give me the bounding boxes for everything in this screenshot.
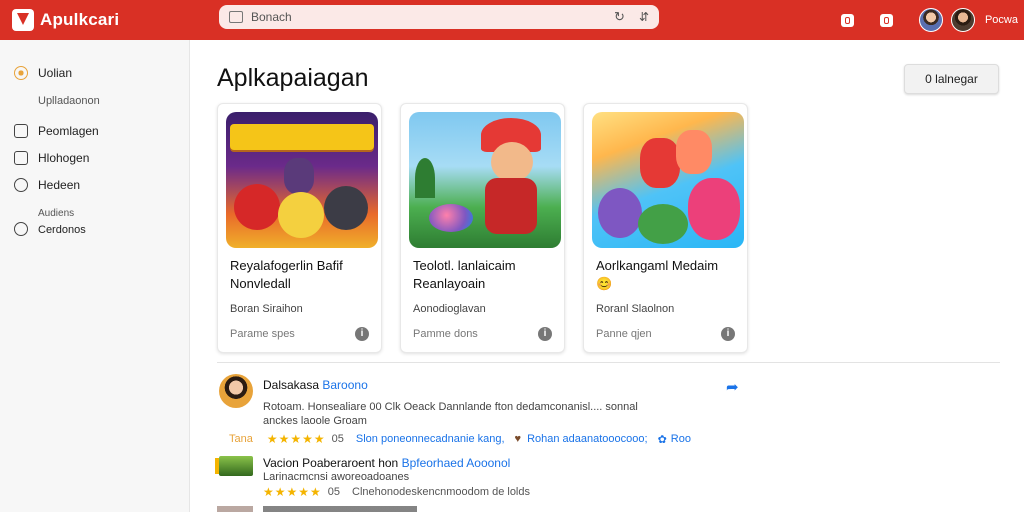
review-link[interactable]: Rohan adaanatooocooo; xyxy=(527,433,648,445)
app-card[interactable]: Reyalafogerlin Bafif Nonvledall Boran Si… xyxy=(217,103,382,353)
review-link[interactable]: Slon poneonnecadnanie kang, xyxy=(356,433,505,445)
review-text: Rotoam. Honsealiare 00 Clk Oeack Dannlan… xyxy=(263,401,638,427)
star-rating: ★★★★★ xyxy=(263,485,322,499)
mic-icon[interactable]: ⇵ xyxy=(639,10,649,24)
app-title: Aorlkangaml Medaim 😊 xyxy=(596,257,742,293)
info-icon[interactable]: i xyxy=(355,327,369,341)
review-subtitle: Larinacmcnsi aworeoadoanes xyxy=(263,471,410,483)
sidebar-item-label: Uolian xyxy=(38,66,73,80)
review-detail: Clnehonodeskencnmoodom de lolds xyxy=(352,486,530,498)
circle-icon xyxy=(14,222,28,236)
app-title: Reyalafogerlin Bafif Nonvledall xyxy=(230,258,343,291)
app-meta: Pamme dons xyxy=(413,328,478,340)
reviewer-avatar[interactable] xyxy=(219,374,253,408)
rating-count: 05 xyxy=(331,433,344,445)
app-card[interactable]: Aorlkangaml Medaim 😊 Roranl Slaolnon Pan… xyxy=(583,103,748,353)
page-title: Aplkapaiagan xyxy=(217,64,369,92)
logo-icon xyxy=(12,9,34,31)
camera-icon[interactable] xyxy=(879,13,893,27)
home-icon xyxy=(14,66,28,80)
notifications-icon[interactable] xyxy=(840,13,854,27)
reviewer-link[interactable]: Baroono xyxy=(322,378,367,392)
reviewer-name: Dalsakasa Baroono xyxy=(263,378,368,392)
sidebar-item-label: Peomlagen xyxy=(38,124,99,138)
sidebar-item-label: Hlohogen xyxy=(38,151,90,165)
refresh-icon[interactable]: ↻ xyxy=(614,9,625,25)
review-link[interactable]: Roo xyxy=(671,433,691,445)
info-icon[interactable]: i xyxy=(721,327,735,341)
search-input[interactable] xyxy=(251,10,615,24)
review-title: Vacion Poaberaroent hon Bpfeorhaed Aooon… xyxy=(263,456,511,470)
profile-avatar[interactable] xyxy=(950,8,975,32)
game-banner xyxy=(230,124,374,150)
review-tag: Tana xyxy=(229,433,253,445)
app-developer: Roranl Slaolnon xyxy=(596,303,675,315)
sidebar-item-label: Hedeen xyxy=(38,178,81,192)
app-thumbnail-small[interactable] xyxy=(215,456,253,476)
bag-icon xyxy=(14,124,28,138)
avatar[interactable] xyxy=(918,8,943,32)
circle-icon xyxy=(14,178,28,192)
star-rating: ★★★★★ xyxy=(266,432,326,446)
heart-icon: ♥ xyxy=(514,433,522,445)
app-thumbnail xyxy=(592,112,744,248)
app-title: Teolotl. lanlaicaim Reanlayoain xyxy=(413,258,516,291)
sidebar-item-label: Audiens xyxy=(38,208,75,219)
sidebar-item-games[interactable]: Hlohogen xyxy=(14,151,89,165)
app-meta: Parame spes xyxy=(230,328,295,340)
sidebar-item-audiens[interactable]: Audiens Cerdonos xyxy=(14,206,86,238)
app-thumbnail xyxy=(409,112,561,248)
flower-icon: ✿ xyxy=(657,433,667,446)
app-developer: Boran Siraihon xyxy=(230,303,303,315)
review-meta-row: Tana ★★★★★ 05 Slon poneonnecadnanie kang… xyxy=(229,432,691,446)
rating-count: 05 xyxy=(327,486,341,498)
share-icon[interactable]: ➦ xyxy=(726,378,739,396)
gamepad-icon xyxy=(14,151,28,165)
sidebar-item-home[interactable]: Uolian xyxy=(14,66,72,80)
top-bar: Apulkcari ↻ ⇵ Pocwa xyxy=(0,0,1024,40)
app-meta: Panne qjen xyxy=(596,328,652,340)
review-link[interactable]: Bpfeorhaed Aooonol xyxy=(402,456,511,470)
sidebar-item-label: Cerdonos xyxy=(38,224,86,236)
app-thumbnail xyxy=(226,112,378,248)
sidebar-item-media[interactable]: Hedeen xyxy=(14,178,80,192)
search-icon xyxy=(229,11,243,23)
divider xyxy=(217,362,1000,363)
account-label[interactable]: Pocwa xyxy=(985,14,1018,26)
search-bar[interactable]: ↻ ⇵ xyxy=(219,5,659,29)
app-name: Apulkcari xyxy=(40,10,120,29)
sidebar: Uolian Uplladaonon Peomlagen Hlohogen He… xyxy=(0,40,190,512)
smile-icon: 😊 xyxy=(596,276,613,291)
app-title-text: Aorlkangaml Medaim xyxy=(596,258,719,273)
review-meta-row: ★★★★★ 05 Clnehonodeskencnmoodom de lolds xyxy=(263,485,530,499)
sort-button[interactable]: 0 lalnegar xyxy=(904,64,999,94)
app-developer: Aonodioglavan xyxy=(413,303,486,315)
list-item xyxy=(217,506,417,512)
sidebar-item-store[interactable]: Peomlagen xyxy=(14,124,99,138)
top-icons: Pocwa xyxy=(840,0,1024,40)
info-icon[interactable]: i xyxy=(538,327,552,341)
app-logo[interactable]: Apulkcari xyxy=(12,9,202,31)
sidebar-subitem[interactable]: Uplladaonon xyxy=(38,95,100,107)
app-card[interactable]: Teolotl. lanlaicaim Reanlayoain Aonodiog… xyxy=(400,103,565,353)
